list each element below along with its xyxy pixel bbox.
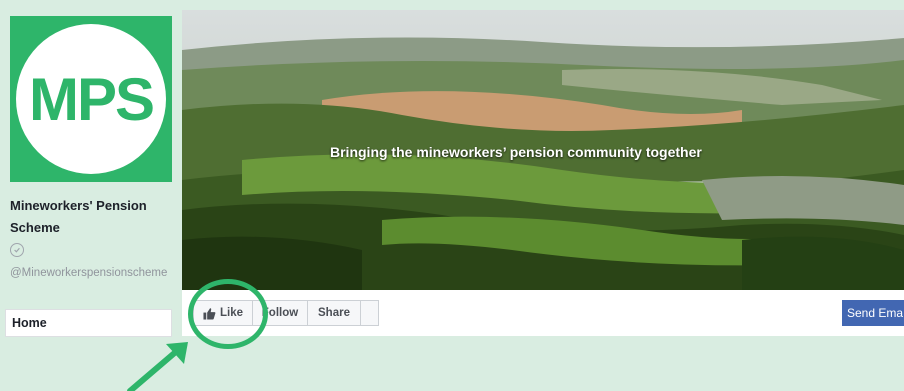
- verified-check-icon: [10, 243, 24, 257]
- arrow-annotation-icon: [127, 342, 188, 391]
- logo-oval: MPS: [16, 24, 166, 174]
- share-label: Share: [318, 307, 350, 319]
- page-action-bar: Like Follow Share Send Email: [182, 290, 904, 336]
- page-name[interactable]: Mineworkers' Pension Scheme: [10, 195, 170, 239]
- highlight-circle-annotation: [188, 279, 268, 349]
- page-handle[interactable]: @Mineworkerspensionscheme: [10, 265, 172, 282]
- send-email-button[interactable]: Send Email: [842, 300, 904, 326]
- cover-photo[interactable]: Bringing the mineworkers’ pension commun…: [182, 10, 904, 290]
- share-button[interactable]: Share: [307, 300, 361, 326]
- page-profile-logo[interactable]: MPS: [10, 16, 172, 182]
- more-options-button[interactable]: [360, 300, 379, 326]
- cover-tagline: Bringing the mineworkers’ pension commun…: [330, 144, 702, 160]
- sidebar-item-home[interactable]: Home: [5, 309, 172, 337]
- page-sidebar: MPS Mineworkers' Pension Scheme @Minewor…: [0, 0, 180, 391]
- logo-text: MPS: [28, 65, 155, 133]
